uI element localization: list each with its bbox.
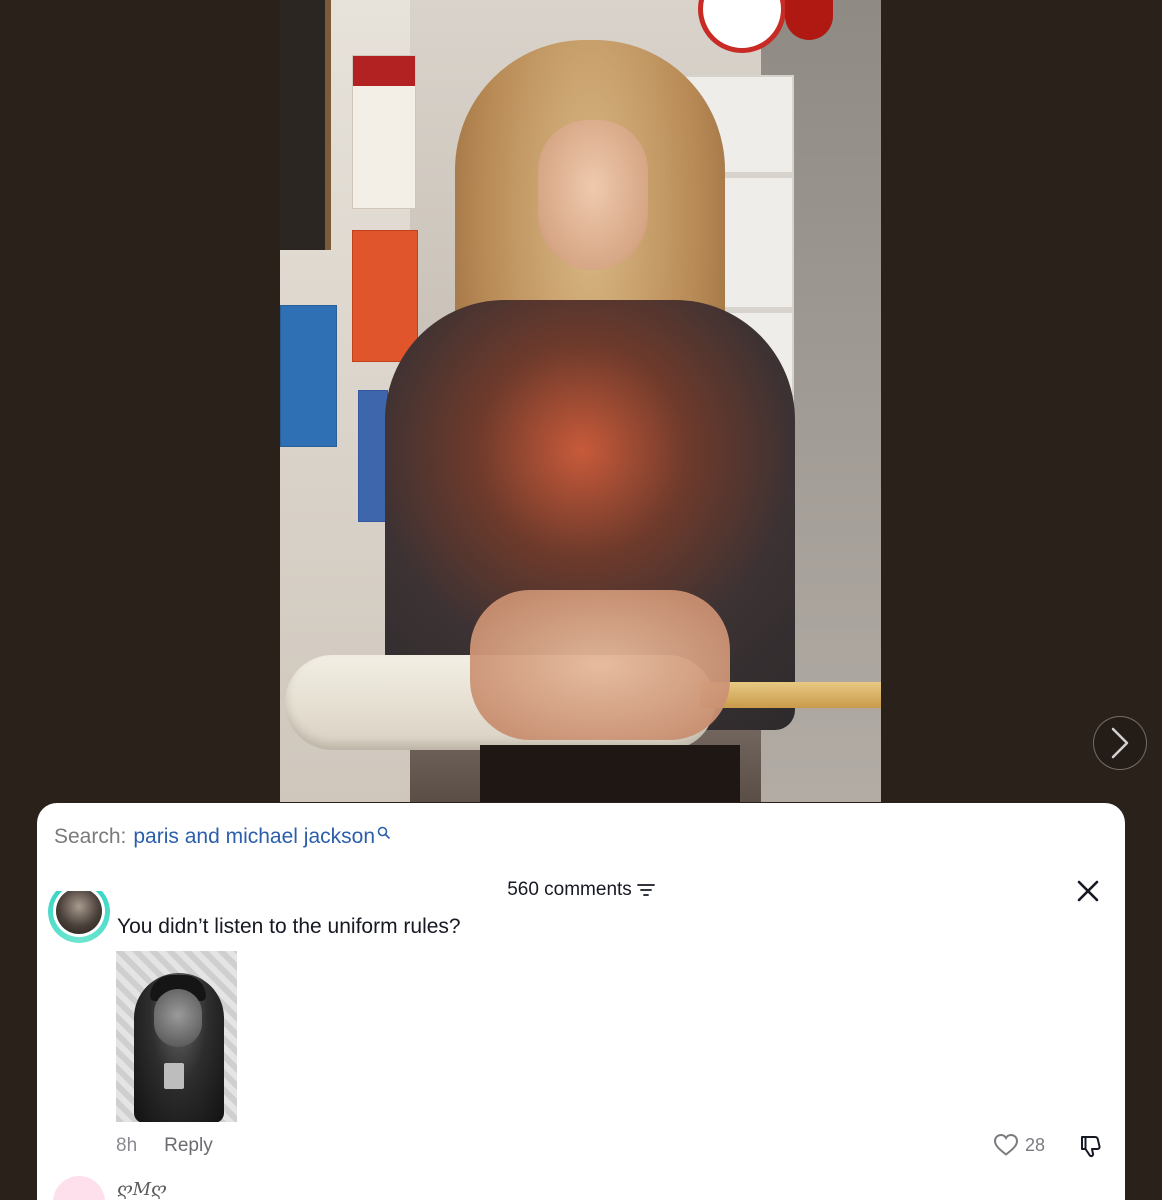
filter-icon[interactable] (636, 882, 655, 898)
video-person-face (538, 120, 648, 270)
heart-icon (993, 1133, 1019, 1156)
video-scene-poster (280, 305, 337, 447)
chevron-right-icon (1111, 727, 1129, 759)
comment-timestamp: 8h (116, 1135, 138, 1156)
like-count: 28 (1025, 1134, 1046, 1155)
search-icon (377, 826, 390, 839)
comment-meta: 8h Reply (116, 1135, 213, 1157)
dislike-button[interactable] (1078, 1133, 1104, 1164)
video-person-legs (480, 745, 740, 802)
search-label: Search: (54, 825, 127, 848)
search-term-link[interactable]: paris and michael jackson (133, 825, 375, 849)
comment-attached-image[interactable] (116, 951, 237, 1122)
avatar[interactable] (53, 1176, 105, 1200)
avatar[interactable] (48, 891, 110, 943)
reply-button[interactable]: Reply (164, 1135, 213, 1157)
video-player[interactable] (280, 0, 881, 802)
next-comment-username[interactable]: ღMღ (117, 1179, 167, 1200)
comments-panel: Search: paris and michael jackson 560 co… (37, 803, 1125, 1200)
video-scene-poster (352, 55, 416, 209)
comment-text: You didn’t listen to the uniform rules? (117, 915, 461, 938)
tiktok-video-page: Search: paris and michael jackson 560 co… (0, 0, 1162, 1200)
thumbs-down-icon (1081, 1136, 1101, 1158)
video-scene-chalkboard (280, 0, 331, 250)
comments-header: 560 comments (37, 879, 1125, 901)
close-icon (1077, 880, 1099, 902)
video-scene-poster (352, 230, 418, 362)
like-button[interactable]: 28 (993, 1133, 1045, 1157)
comments-count: 560 comments (507, 879, 632, 900)
next-video-button[interactable] (1093, 716, 1147, 770)
close-comments-button[interactable] (1075, 878, 1101, 904)
video-person-hands (470, 590, 730, 740)
video-scene-poster (358, 390, 388, 522)
search-suggestion[interactable]: Search: paris and michael jackson (54, 825, 390, 849)
